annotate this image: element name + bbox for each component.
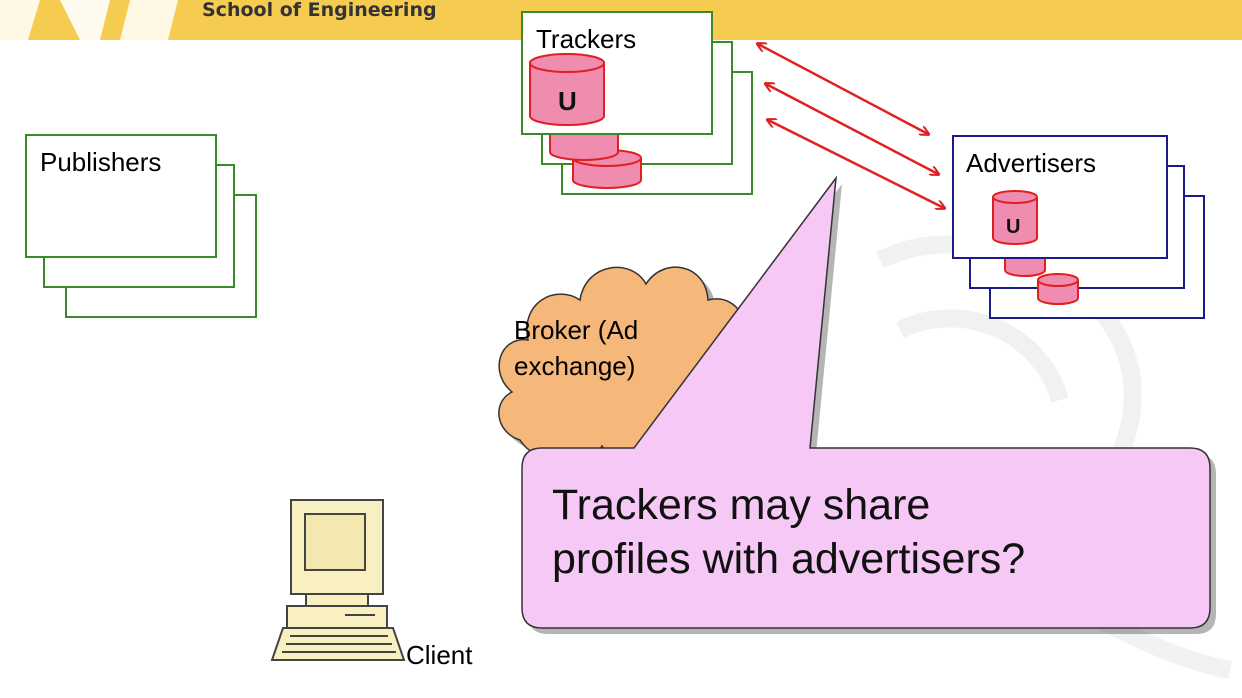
client-label: Client — [406, 640, 473, 670]
broker-label: Broker (Ad exchange) — [514, 312, 638, 384]
broker-label-line1: Broker (Ad — [514, 315, 639, 345]
tracker-advertiser-arrows — [758, 44, 944, 208]
advertiser-database-3 — [1037, 273, 1079, 305]
broker-label-line2: exchange) — [514, 351, 636, 381]
tracker-db-letter: U — [558, 86, 577, 116]
callout-text: Trackers may share profiles with adverti… — [552, 478, 1025, 586]
trackers-label: Trackers — [536, 24, 637, 54]
advertiser-db-letter: U — [1006, 216, 1021, 238]
callout-line2: profiles with advertisers? — [552, 535, 1026, 583]
callout-line1: Trackers may share — [552, 481, 931, 529]
advertisers-label: Advertisers — [966, 148, 1097, 178]
publishers-label: Publishers — [40, 147, 162, 177]
client-computer — [270, 499, 406, 661]
